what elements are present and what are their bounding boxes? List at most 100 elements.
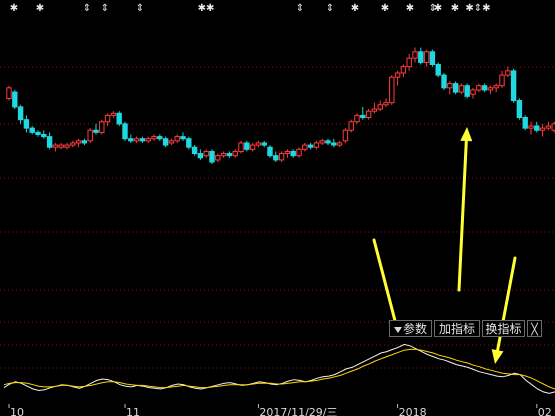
- swap-indicator-label: 换指标: [485, 322, 522, 336]
- candle-up: [458, 85, 465, 93]
- candle-down: [534, 125, 540, 131]
- event-marker: ✱: [451, 3, 459, 14]
- candle-up: [476, 85, 482, 91]
- event-marker: ✱: [406, 3, 414, 14]
- x-tick-label: 10: [10, 406, 24, 416]
- candle-up: [394, 72, 401, 78]
- candle-up: [174, 136, 180, 142]
- candle-up: [104, 114, 111, 123]
- candle-up: [278, 153, 285, 161]
- event-marker: ✱: [351, 3, 359, 14]
- event-marker: ⇕: [101, 3, 109, 14]
- candle-down: [139, 138, 146, 142]
- candle-up: [377, 104, 383, 110]
- candle-up: [296, 148, 302, 157]
- caret-down-icon: [393, 326, 402, 333]
- candle-up: [319, 140, 325, 144]
- close-indicator-button[interactable]: ╳: [527, 320, 542, 337]
- candle-up: [87, 129, 93, 142]
- candle-up: [151, 136, 157, 140]
- candle-up: [371, 108, 378, 112]
- event-marker: ✱: [381, 3, 389, 14]
- candle-up: [365, 110, 372, 119]
- candle-up: [470, 89, 476, 95]
- params-button[interactable]: 参数: [389, 320, 432, 337]
- candle-up: [400, 66, 407, 74]
- candle-down: [290, 150, 296, 157]
- candle-down: [180, 136, 186, 140]
- candle-down: [197, 153, 204, 159]
- candle-down: [116, 112, 122, 125]
- candle-up: [133, 138, 140, 142]
- candle-up: [539, 127, 546, 131]
- candle-down: [23, 119, 30, 129]
- x-tick-label: 02: [538, 406, 552, 416]
- candle-down: [122, 123, 128, 140]
- close-icon: ╳: [531, 323, 538, 336]
- candle-up: [342, 129, 349, 142]
- indicator-panel: [3, 343, 555, 394]
- candle-down: [441, 74, 447, 89]
- candle-up: [238, 142, 244, 152]
- add-indicator-button[interactable]: 加指标: [434, 320, 480, 337]
- candle-down: [435, 64, 441, 76]
- candle-up: [203, 150, 209, 157]
- kline-chart[interactable]: ✱ ✱ ⇕ ⇕ ⇕ ✱✱ ⇕ ⇕ ✱ ✱ ✱ ⇕✱ ✱ ✱⇕✱ 10 11 2017/11/29/三 2018 0…: [0, 0, 555, 416]
- candle-up: [284, 150, 291, 155]
- candle-down: [17, 106, 24, 121]
- event-marker: ⇕: [83, 3, 91, 14]
- candle-up: [70, 142, 76, 146]
- candle-up: [302, 144, 308, 150]
- candle-up: [215, 155, 221, 161]
- candle-down: [12, 91, 18, 108]
- candle-up: [406, 57, 412, 68]
- event-markers-row: ✱ ✱ ⇕ ⇕ ⇕ ✱✱ ⇕ ⇕ ✱ ✱ ✱ ⇕✱ ✱ ✱⇕✱: [10, 3, 491, 14]
- candle-down: [464, 85, 470, 97]
- candle-up: [249, 144, 256, 150]
- arrow-shaft: [372, 238, 397, 324]
- event-marker: ✱⇕✱: [465, 3, 490, 14]
- candle-down: [128, 138, 134, 142]
- candle-down: [273, 155, 279, 161]
- candle-up: [348, 121, 354, 131]
- candle-up: [487, 87, 494, 91]
- event-marker: ✱: [434, 3, 442, 14]
- candle-down: [81, 140, 88, 144]
- candle-down: [360, 114, 366, 119]
- arrow-head: [491, 349, 504, 364]
- candle-up: [412, 51, 418, 59]
- candle-down: [516, 100, 523, 119]
- candle-down: [93, 129, 99, 133]
- candle-down: [41, 133, 47, 138]
- candle-up: [313, 142, 320, 148]
- candle-up: [52, 144, 59, 148]
- candle-up: [58, 144, 64, 148]
- candle-down: [209, 150, 215, 163]
- candle-down: [429, 51, 436, 66]
- candle-up: [493, 85, 499, 89]
- candle-up: [6, 87, 12, 99]
- params-label: 参数: [402, 322, 427, 336]
- candle-up: [110, 112, 117, 116]
- candle-down: [452, 83, 459, 93]
- candle-down: [331, 142, 337, 146]
- event-marker: ✱: [36, 3, 44, 14]
- candle-up: [447, 83, 453, 89]
- x-tick-label: 2017/11/29/三: [259, 406, 337, 416]
- candle-up: [220, 153, 227, 157]
- candle-down: [481, 85, 488, 91]
- candle-up: [354, 114, 360, 123]
- event-marker: ✱: [10, 3, 18, 14]
- candle-up: [145, 138, 151, 142]
- candle-up: [232, 150, 238, 157]
- candle-up: [255, 142, 262, 146]
- candle-down: [35, 131, 41, 135]
- candle-up: [75, 140, 82, 144]
- swap-indicator-button[interactable]: 换指标: [482, 320, 525, 337]
- x-axis: 10 11 2017/11/29/三 2018 02: [8, 404, 552, 416]
- candle-up: [499, 74, 505, 87]
- x-tick-label: 11: [126, 406, 140, 416]
- candle-up: [383, 102, 389, 106]
- candle-up: [528, 125, 534, 129]
- candle-down: [307, 144, 314, 148]
